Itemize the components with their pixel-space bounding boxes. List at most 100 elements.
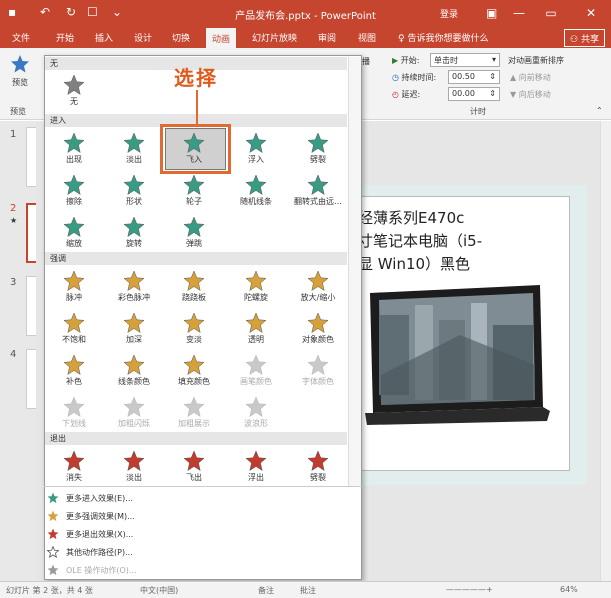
collapse-ribbon-icon[interactable]: ⌃ — [596, 106, 603, 115]
effect-emphasis_items-7[interactable]: 变淡 — [164, 310, 224, 354]
more-exit-effects-item[interactable]: 更多退出效果(X)... — [45, 525, 345, 543]
effect-emphasis_items-9[interactable]: 对象颜色 — [288, 310, 348, 354]
effect-emphasis_items-4[interactable]: 放大/缩小 — [288, 268, 348, 312]
tab-view[interactable]: 视图 — [358, 31, 376, 44]
menu-item-label: 更多进入效果(E)... — [66, 494, 133, 503]
delay-input[interactable]: 00.00 ⇕ — [448, 87, 500, 101]
effect-emphasis_items-11[interactable]: 线条颜色 — [104, 352, 164, 396]
menu-item-label: 更多强调效果(M)... — [66, 512, 135, 521]
effect-entrance_items-11[interactable]: 旋转 — [104, 214, 164, 258]
delay-label-text: 延迟: — [401, 90, 421, 99]
effect-none_items-0[interactable]: 无 — [44, 72, 104, 116]
move-earlier-button[interactable]: ▲ 向前移动 — [510, 72, 551, 83]
star-preview-icon — [11, 55, 29, 73]
effect-entrance_items-0[interactable]: 出现 — [44, 130, 104, 174]
preview-button[interactable]: 预览 — [6, 54, 34, 98]
effect-emphasis_items-8[interactable]: 透明 — [226, 310, 286, 354]
effect-star-icon — [164, 312, 224, 334]
effect-star-icon — [44, 74, 104, 96]
effect-emphasis_items-1[interactable]: 彩色脉冲 — [104, 268, 164, 312]
effect-label: 随机线条 — [240, 197, 272, 206]
effect-entrance_items-1[interactable]: 淡出 — [104, 130, 164, 174]
effect-star-icon — [164, 396, 224, 418]
effect-entrance_items-5[interactable]: 擦除 — [44, 172, 104, 216]
menu-item-label: 其他动作路径(P)... — [66, 548, 133, 557]
effect-emphasis_items-17[interactable]: 加粗展示 — [164, 394, 224, 438]
clock-icon: ◷ — [392, 73, 402, 82]
arrow-up-icon: ▲ — [510, 73, 519, 82]
effect-entrance_items-9[interactable]: 翻转式由远… — [288, 172, 348, 216]
effect-entrance_items-6[interactable]: 形状 — [104, 172, 164, 216]
restore-button[interactable]: ▭ — [540, 3, 562, 23]
effect-label: 浮入 — [248, 155, 264, 164]
effect-emphasis_items-5[interactable]: 不饱和 — [44, 310, 104, 354]
effect-star-icon — [44, 174, 104, 196]
tab-animations[interactable]: 动画 — [206, 28, 237, 48]
zoom-slider[interactable]: —————+ — [446, 585, 493, 594]
tell-me-search[interactable]: ♀ 告诉我你想要做什么 — [398, 31, 488, 44]
share-button[interactable]: ⚇ 共享 — [564, 29, 605, 47]
gallery-scrollbar[interactable] — [348, 57, 361, 487]
tab-file[interactable]: 文件 — [12, 31, 30, 44]
effect-emphasis_items-15[interactable]: 下划线 — [44, 394, 104, 438]
more-entrance-effects-item[interactable]: 更多进入效果(E)... — [45, 489, 345, 507]
effect-entrance_items-8[interactable]: 随机线条 — [226, 172, 286, 216]
effect-entrance_items-12[interactable]: 弹跳 — [164, 214, 224, 258]
login-link[interactable]: 登录 — [440, 7, 458, 20]
more-emphasis-effects-item[interactable]: 更多强调效果(M)... — [45, 507, 345, 525]
effect-entrance_items-7[interactable]: 轮子 — [164, 172, 224, 216]
effect-label: 补色 — [66, 377, 82, 386]
tab-home[interactable]: 开始 — [56, 31, 74, 44]
slide-title-text[interactable]: 经薄系列E470c 寸笔记本电脑（i5- 显 Win10）黑色 — [358, 207, 578, 276]
selection-highlight-box — [160, 124, 231, 174]
effect-star-icon — [288, 174, 348, 196]
start-select[interactable]: 单击时 ▾ — [430, 53, 500, 67]
other-motion-paths-item[interactable]: 其他动作路径(P)... — [45, 543, 345, 561]
canvas-scrollbar[interactable] — [600, 121, 611, 581]
effect-emphasis_items-13[interactable]: 画笔颜色 — [226, 352, 286, 396]
tab-design[interactable]: 设计 — [134, 31, 152, 44]
menu-star-icon — [47, 564, 59, 576]
effect-star-icon — [226, 354, 286, 376]
laptop-image[interactable] — [365, 275, 550, 435]
preview-label: 预览 — [12, 78, 28, 87]
minimize-button[interactable]: — — [508, 3, 530, 23]
effect-star-icon — [226, 396, 286, 418]
effect-label: 彩色脉冲 — [118, 293, 150, 302]
comments-button[interactable]: 批注 — [300, 585, 316, 596]
effect-label: 淡出 — [126, 473, 142, 482]
ribbon-display-icon[interactable]: ▣ — [486, 6, 497, 20]
effect-star-icon — [104, 174, 164, 196]
language-indicator[interactable]: 中文(中国) — [140, 585, 178, 596]
effect-emphasis_items-10[interactable]: 补色 — [44, 352, 104, 396]
ole-action-verbs-item: OLE 操作动作(O)... — [45, 561, 345, 579]
move-earlier-label: 向前移动 — [518, 73, 551, 82]
duration-input[interactable]: 00.50 ⇕ — [448, 70, 500, 84]
effect-emphasis_items-18[interactable]: 波浪形 — [226, 394, 286, 438]
effect-label: 劈裂 — [310, 473, 326, 482]
effect-star-icon — [288, 132, 348, 154]
tab-transitions[interactable]: 切换 — [172, 31, 190, 44]
notes-button[interactable]: 备注 — [258, 585, 274, 596]
effect-emphasis_items-3[interactable]: 陀螺旋 — [226, 268, 286, 312]
move-later-button[interactable]: ▼ 向后移动 — [510, 89, 551, 100]
effect-emphasis_items-2[interactable]: 跷跷板 — [164, 268, 224, 312]
tell-me-label: 告诉我你想要做什么 — [407, 34, 489, 44]
effect-emphasis_items-0[interactable]: 脉冲 — [44, 268, 104, 312]
effect-entrance_items-10[interactable]: 缩放 — [44, 214, 104, 258]
tab-slideshow[interactable]: 幻灯片放映 — [252, 31, 297, 44]
start-value: 单击时 — [434, 56, 458, 65]
effect-emphasis_items-16[interactable]: 加粗闪烁 — [104, 394, 164, 438]
spin-icon: ⇕ — [489, 89, 496, 98]
effect-emphasis_items-14[interactable]: 字体颜色 — [288, 352, 348, 396]
status-bar: 幻灯片 第 2 张，共 4 张 中文(中国) 备注 批注 —————+ 64% — [0, 581, 611, 598]
effect-emphasis_items-6[interactable]: 加深 — [104, 310, 164, 354]
effect-emphasis_items-12[interactable]: 填充颜色 — [164, 352, 224, 396]
effect-entrance_items-3[interactable]: 浮入 — [226, 130, 286, 174]
zoom-level[interactable]: 64% — [560, 585, 578, 594]
tab-review[interactable]: 审阅 — [318, 31, 336, 44]
tab-insert[interactable]: 插入 — [95, 31, 113, 44]
effect-entrance_items-4[interactable]: 劈裂 — [288, 130, 348, 174]
effect-star-icon — [104, 216, 164, 238]
close-button[interactable]: ✕ — [580, 3, 602, 23]
